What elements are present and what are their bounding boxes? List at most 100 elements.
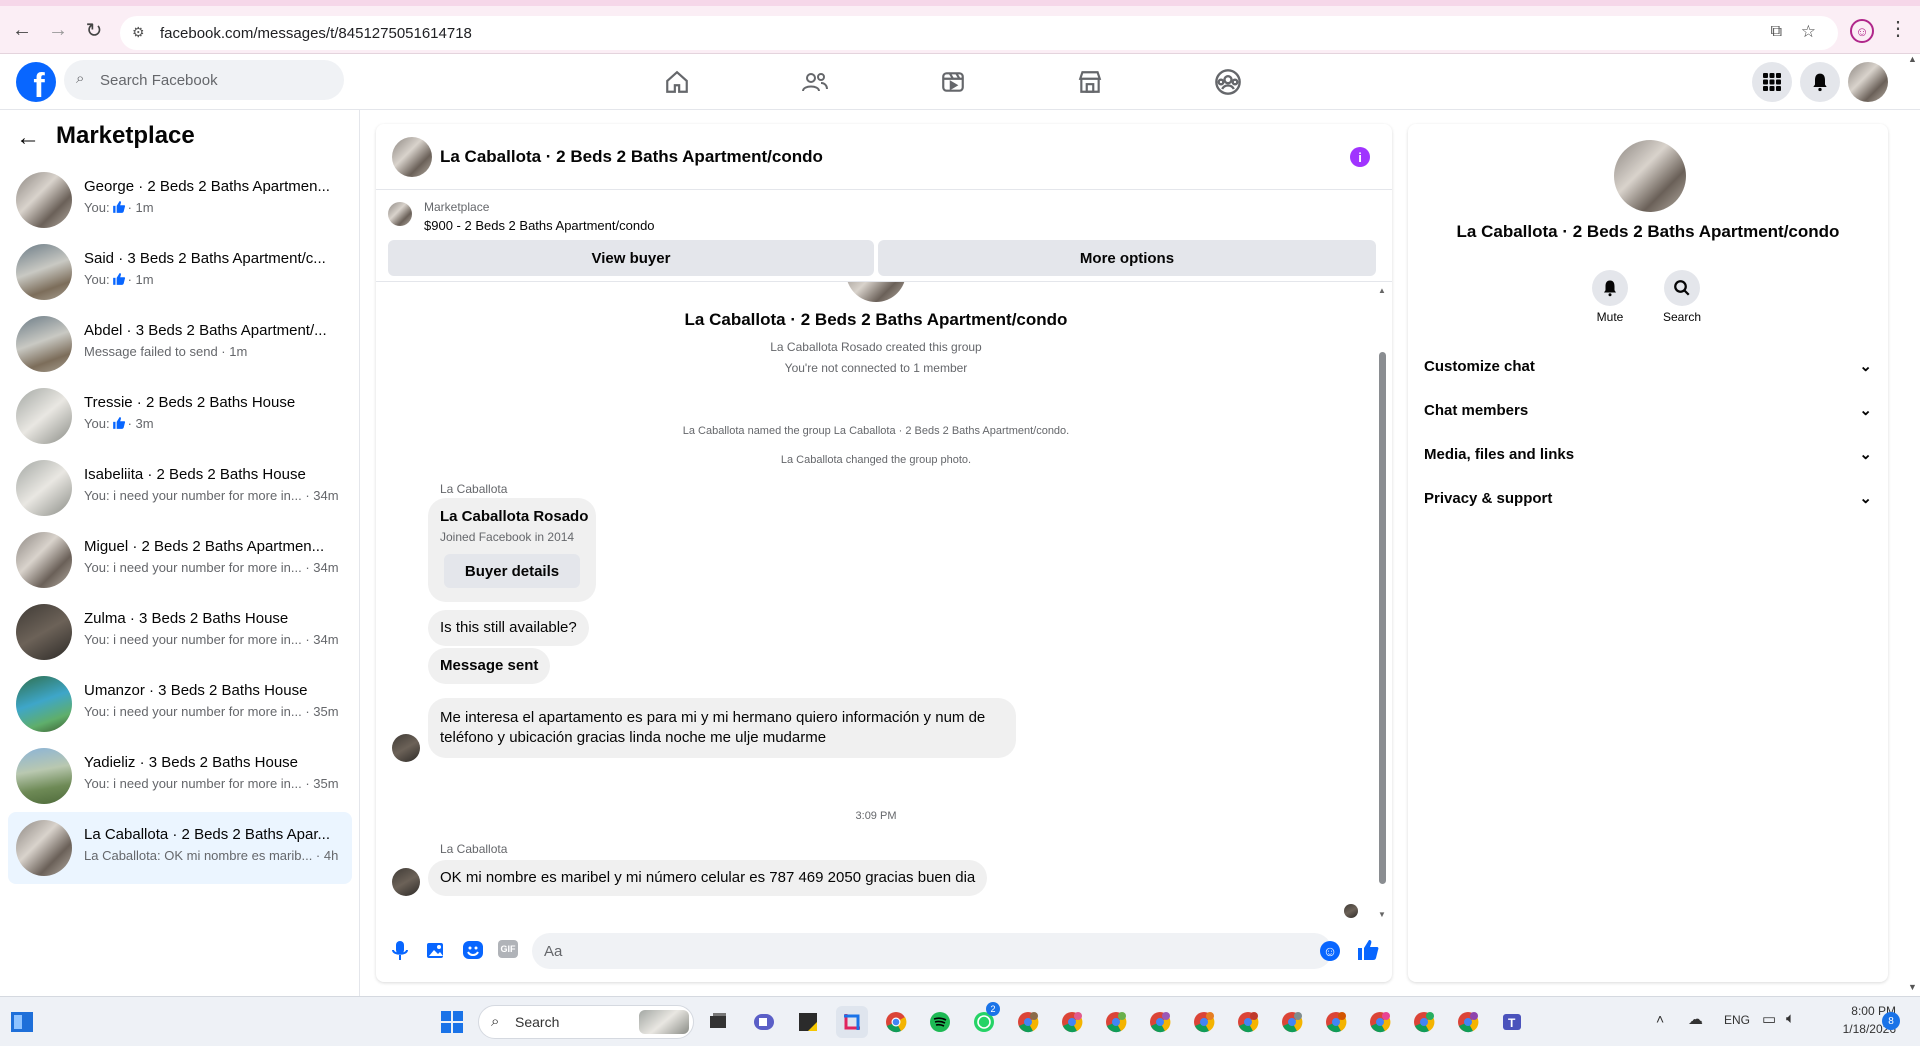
back-arrow-icon[interactable]: ← [16,124,40,152]
conversation-preview: You: i need your number for more in... ·… [84,704,339,719]
chrome-profile-icon[interactable] [1452,1006,1484,1038]
sender-avatar[interactable] [392,734,420,762]
back-icon[interactable]: ← [4,12,40,48]
view-buyer-button[interactable]: View buyer [388,240,874,276]
emoji-icon[interactable]: ☺ [1320,941,1340,961]
conversation-preview: You: i need your number for more in... ·… [84,632,339,647]
customize-chat-section[interactable]: Customize chat ⌄ [1424,346,1872,386]
language-indicator[interactable]: ENG [1724,1013,1750,1027]
conversation-preview: Message failed to send · 1m [84,344,247,359]
conversation-item[interactable]: George · 2 Beds 2 Baths Apartmen... You: ·… [8,164,352,236]
teams-meet-icon[interactable] [748,1006,780,1038]
chrome-icon[interactable] [880,1006,912,1038]
chat-members-section[interactable]: Chat members ⌄ [1424,390,1872,430]
chrome-profile-icon[interactable] [1144,1006,1176,1038]
onedrive-offline-icon[interactable]: ☁ [1688,1010,1703,1028]
browser-menu-icon[interactable]: ⋮ [1888,16,1908,41]
volume-icon[interactable]: 🔈︎ [1786,1010,1795,1027]
notifications-bell-icon[interactable] [1800,62,1840,102]
bookmark-star-icon[interactable]: ☆ [1801,22,1816,42]
search-icon[interactable] [1664,270,1700,306]
forward-icon[interactable]: → [40,12,76,48]
chrome-profile-icon[interactable] [1188,1006,1220,1038]
task-view-icon[interactable] [702,1006,734,1038]
chrome-profile-icon[interactable] [1276,1006,1308,1038]
listing-detail[interactable]: $900 - 2 Beds 2 Baths Apartment/condo [424,218,655,233]
friends-icon[interactable] [795,62,835,102]
taskbar-search[interactable]: ⌕ Search [478,1005,694,1039]
reload-icon[interactable]: ↻ [76,12,112,48]
sender-avatar[interactable] [392,868,420,896]
account-avatar[interactable] [1848,62,1888,102]
menu-grid-icon[interactable] [1752,62,1792,102]
tray-overflow-chevron-icon[interactable]: ˄ [1656,1011,1664,1027]
site-info-icon[interactable]: ⚙ [132,24,145,41]
preview-text: Message failed to send · 1m [84,344,248,359]
media-files-section[interactable]: Media, files and links ⌄ [1424,434,1872,474]
chrome-profile-icon[interactable] [1056,1006,1088,1038]
message-bubble[interactable]: Me interesa el apartamento es para mi y … [428,698,1016,758]
notification-count-badge[interactable]: 8 [1882,1012,1900,1030]
info-avatar[interactable] [1614,140,1686,212]
profile-icon[interactable]: ☺ [1850,19,1874,43]
page-scrollbar[interactable]: ▲ ▼ [1906,54,1920,996]
conversation-item[interactable]: La Caballota · 2 Beds 2 Baths Apar... La … [8,812,352,884]
facebook-search-input[interactable]: ⌕ Search Facebook [64,60,344,100]
groups-icon[interactable] [1208,62,1248,102]
chrome-profile-icon[interactable] [1100,1006,1132,1038]
conversation-avatar [16,316,72,372]
message-input[interactable]: Aa [532,933,1332,969]
conversation-item[interactable]: Abdel · 3 Beds 2 Baths Apartment/... Mess… [8,308,352,380]
chat-avatar[interactable] [392,137,432,177]
chrome-profile-icon[interactable] [1232,1006,1264,1038]
info-icon[interactable]: i [1350,147,1370,167]
start-windows-icon[interactable] [436,1006,468,1038]
message-bubble[interactable]: OK mi nombre es maribel y mi número celu… [428,860,988,896]
chevron-down-icon: ⌄ [1859,358,1872,375]
network-icon[interactable]: ▭ [1762,1010,1776,1028]
spotify-icon[interactable] [924,1006,956,1038]
read-receipt-avatar [1344,904,1358,918]
search-icon: ⌕ [76,70,85,87]
scrollbar-thumb[interactable] [1379,352,1386,884]
chat-title[interactable]: La Caballota · 2 Beds 2 Baths Apartment/… [440,147,823,167]
widgets-icon[interactable] [6,1006,38,1038]
conversation-preview: You: · 3m [84,416,154,433]
chat-scrollbar[interactable]: ▲ ▼ [1376,282,1388,924]
whatsapp-icon[interactable]: 2 [968,1002,1000,1038]
video-icon[interactable] [933,62,973,102]
preview-text: You: i need your number for more in... ·… [84,776,339,791]
microphone-icon[interactable] [390,940,412,962]
conversation-item[interactable]: Said · 3 Beds 2 Baths Apartment/c... You:… [8,236,352,308]
preview-prefix: You: [84,200,110,215]
privacy-support-section[interactable]: Privacy & support ⌄ [1424,478,1872,518]
buyer-details-button[interactable]: Buyer details [444,554,580,588]
sticker-icon[interactable] [462,940,484,962]
mute-bell-icon[interactable] [1592,270,1628,306]
gif-icon[interactable]: GIF [498,940,518,958]
teams-work-icon[interactable]: T [1496,1006,1528,1038]
sender-name: La Caballota [440,842,508,856]
conversation-item[interactable]: Umanzor · 3 Beds 2 Baths House You: i nee… [8,668,352,740]
conversation-item[interactable]: Isabeliita · 2 Beds 2 Baths House You: i … [8,452,352,524]
marketplace-icon[interactable] [1070,62,1110,102]
install-icon[interactable]: ⧉ [1771,23,1782,41]
like-thumb-icon[interactable] [1356,938,1380,967]
chrome-profile-icon[interactable] [1012,1006,1044,1038]
facebook-logo-icon[interactable]: f [16,62,56,102]
conversation-item[interactable]: Tressie · 2 Beds 2 Baths House You: · 3m [8,380,352,452]
chevron-down-icon: ⌄ [1859,446,1872,463]
conversation-item[interactable]: Miguel · 2 Beds 2 Baths Apartmen... You: … [8,524,352,596]
conversation-item[interactable]: Zulma · 3 Beds 2 Baths House You: i need … [8,596,352,668]
home-icon[interactable] [657,62,697,102]
snipping-tool-icon[interactable] [836,1006,868,1038]
chrome-profile-icon[interactable] [1320,1006,1352,1038]
more-options-button[interactable]: More options [878,240,1376,276]
message-bubble[interactable]: Is this still available? [428,610,589,646]
conversation-title: Said · 3 Beds 2 Baths Apartment/c... [84,250,326,267]
sticky-notes-icon[interactable] [792,1006,824,1038]
conversation-item[interactable]: Yadieliz · 3 Beds 2 Baths House You: i ne… [8,740,352,812]
message-bubble[interactable]: Message sent [428,648,551,684]
photo-icon[interactable] [426,940,448,962]
address-bar[interactable]: ⚙ facebook.com/messages/t/84512750516147… [120,16,1838,50]
